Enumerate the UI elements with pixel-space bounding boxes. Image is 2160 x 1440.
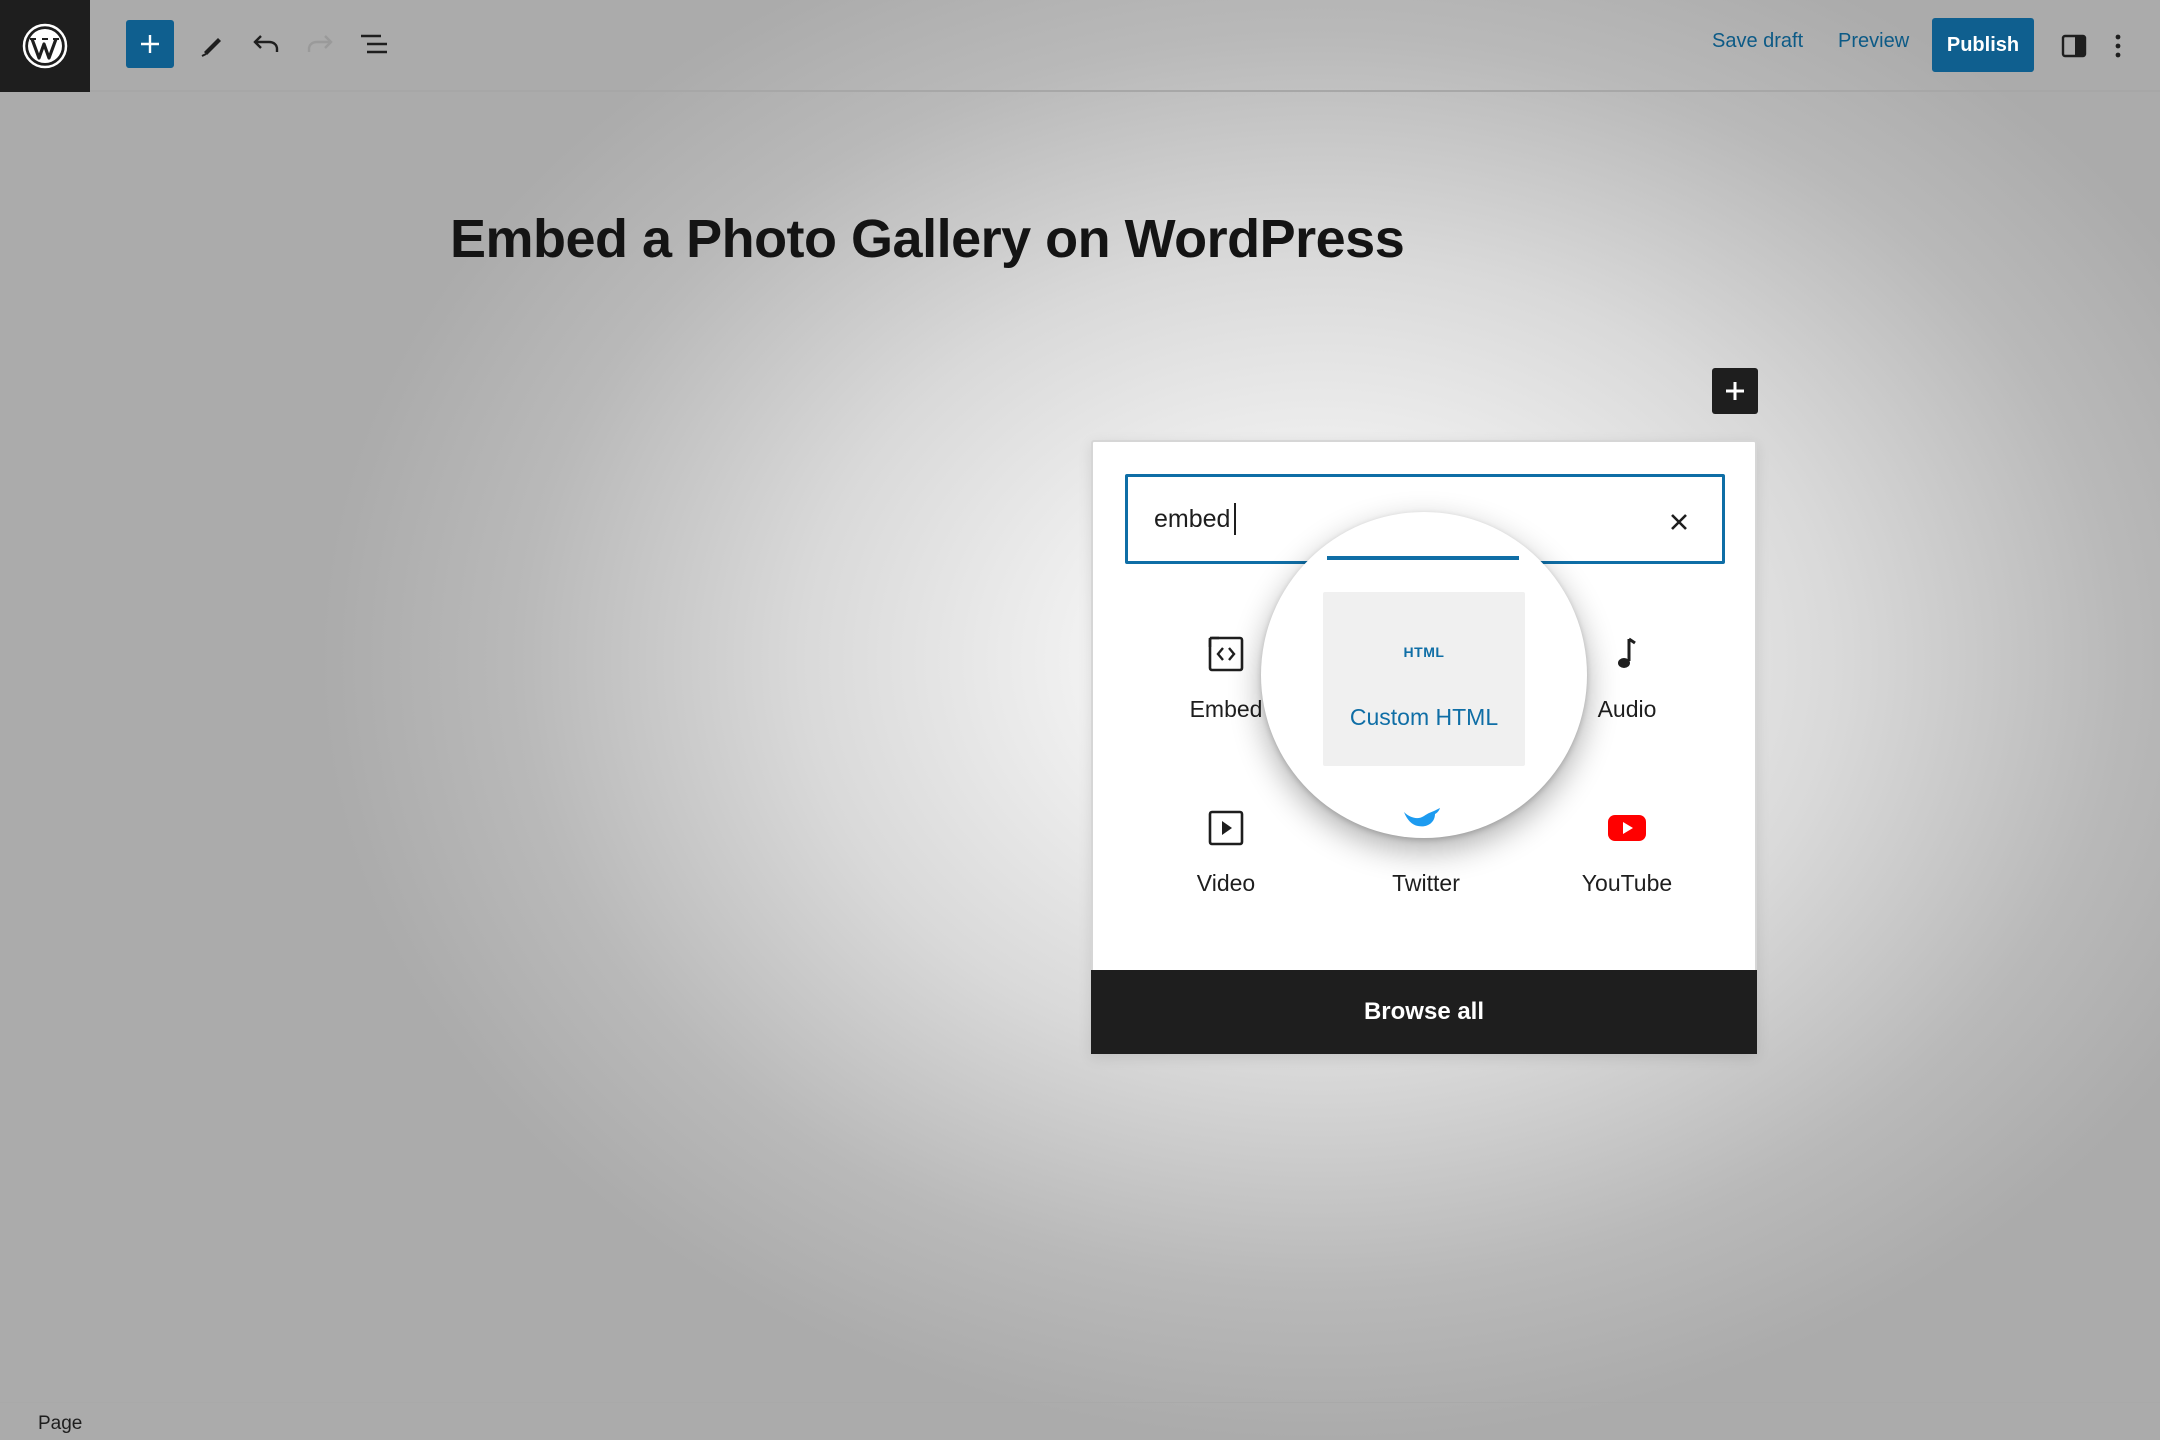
status-bar: Page [0,1402,2160,1440]
preview-button[interactable]: Preview [1838,30,1909,53]
close-icon [1671,514,1687,530]
add-block-button[interactable] [126,20,174,68]
twitter-bird-icon [1404,808,1440,827]
post-title[interactable]: Embed a Photo Gallery on WordPress [450,208,1405,270]
youtube-icon [1603,804,1651,852]
block-item-video[interactable]: Video [1126,766,1326,938]
block-label: Video [1196,870,1256,896]
breadcrumb[interactable]: Page [38,1413,82,1435]
undo-icon [253,35,279,52]
music-note-icon [1603,630,1651,678]
undo-button[interactable] [242,20,290,68]
pen-icon [201,38,221,57]
options-button[interactable] [2104,26,2132,66]
save-draft-button[interactable]: Save draft [1712,30,1803,53]
list-view-icon [361,34,387,54]
more-vertical-icon [2115,34,2121,58]
tools-button[interactable] [188,20,236,68]
plus-icon [141,35,159,53]
list-view-button[interactable] [350,20,398,68]
block-label: Custom HTML [1349,704,1499,730]
block-item-custom-html[interactable]: HTML Custom HTML [1323,592,1525,766]
video-play-icon [1202,804,1250,852]
block-appender-button[interactable] [1712,368,1758,414]
magnifier-lens: HTML Custom HTML [1261,512,1587,838]
text-caret [1234,503,1236,535]
redo-button[interactable] [296,20,344,68]
search-box-edge [1327,556,1519,560]
redo-icon [307,35,333,52]
block-item-youtube[interactable]: YouTube [1527,766,1727,938]
html-icon: HTML [1403,644,1445,660]
sidebar-toggle-icon [2061,34,2087,58]
plus-icon [1726,382,1744,400]
browse-all-button[interactable]: Browse all [1091,970,1757,1054]
publish-button[interactable]: Publish [1932,18,2034,72]
wordpress-logo-icon[interactable] [0,0,90,92]
clear-search-button[interactable] [1656,499,1702,545]
embed-code-icon [1202,630,1250,678]
block-label: YouTube [1581,870,1673,896]
settings-button[interactable] [2054,26,2094,66]
editor-toolbar: Save draft Preview Publish [0,0,2160,92]
block-label: Twitter [1392,870,1460,896]
